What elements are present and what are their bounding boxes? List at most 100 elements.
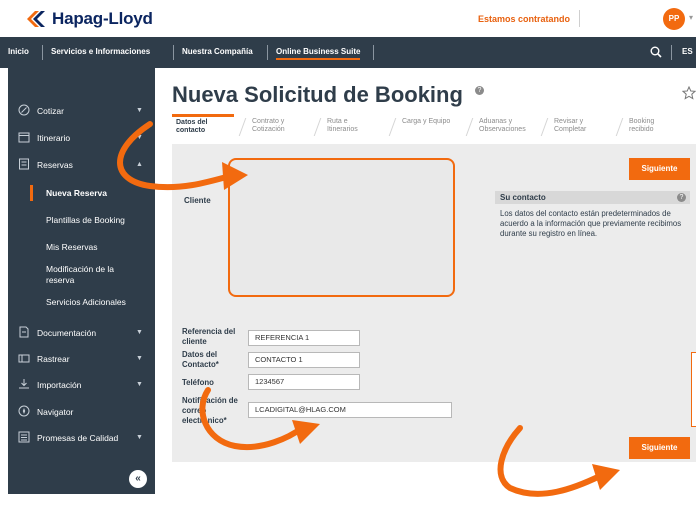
- next-button-top[interactable]: Siguiente: [629, 158, 690, 180]
- step-booking-recibido[interactable]: Booking recibido: [625, 114, 685, 142]
- sidebar: Cotizar ▼ Itinerario ▼ Reservas ▲ Nueva …: [8, 68, 155, 494]
- step-label: Booking: [629, 118, 655, 125]
- step-divider: [465, 118, 474, 136]
- step-revisar[interactable]: Revisar y Completar: [550, 114, 610, 142]
- nav-divider: [373, 45, 374, 60]
- hapag-lloyd-logo-mark: [27, 11, 45, 27]
- next-button-bottom[interactable]: Siguiente: [629, 437, 690, 459]
- sidebar-item-label: Navigator: [37, 407, 74, 417]
- side-panel-edge: [691, 352, 696, 427]
- search-icon[interactable]: [650, 46, 662, 58]
- chevron-down-icon: ▼: [136, 134, 143, 141]
- sidebar-item-reservas[interactable]: Reservas ▲: [8, 154, 155, 176]
- sidebar-item-promesas[interactable]: Promesas de Calidad ▼: [8, 427, 155, 449]
- track-icon: [18, 354, 30, 363]
- step-label: recibido: [629, 126, 654, 133]
- step-ruta[interactable]: Ruta e Itinerarios: [323, 114, 383, 142]
- step-label: Revisar y: [554, 118, 584, 125]
- client-highlight-box: [228, 158, 455, 297]
- language-selector[interactable]: ES: [682, 47, 693, 56]
- step-label: Datos del: [176, 119, 208, 126]
- star-icon[interactable]: [682, 86, 696, 100]
- datos-contacto-input[interactable]: CONTACTO 1: [248, 352, 360, 368]
- label-line: correo: [182, 406, 207, 415]
- contact-box-title: Su contacto: [500, 193, 546, 202]
- label-line: Datos del: [182, 350, 218, 359]
- step-label: Itinerarios: [327, 126, 358, 133]
- label-line: cliente: [182, 337, 207, 346]
- page-title: Nueva Solicitud de Booking: [172, 82, 463, 107]
- hapag-lloyd-logo[interactable]: Hapag-Lloyd: [27, 9, 153, 29]
- nav-divider: [173, 45, 174, 60]
- nav-divider: [267, 45, 268, 60]
- help-icon[interactable]: ?: [475, 86, 484, 95]
- step-divider: [615, 118, 624, 136]
- cliente-label: Cliente: [184, 196, 211, 205]
- chevron-down-icon: ▼: [136, 107, 143, 114]
- chevron-down-icon[interactable]: ▾: [689, 13, 693, 22]
- sidebar-item-label: Reservas: [37, 160, 73, 170]
- header-divider: [579, 10, 580, 27]
- email-input[interactable]: LCADIGITAL@HLAG.COM: [248, 402, 452, 418]
- sidebar-item-nueva-reserva[interactable]: Nueva Reserva: [46, 188, 107, 199]
- step-label: Contrato y: [252, 118, 285, 125]
- help-icon[interactable]: ?: [677, 193, 686, 202]
- sidebar-item-label: Documentación: [37, 328, 97, 338]
- calendar-icon: [18, 132, 30, 143]
- active-indicator: [30, 185, 33, 201]
- import-icon: [19, 379, 29, 389]
- telefono-input[interactable]: 1234567: [248, 374, 360, 390]
- sidebar-item-rastrear[interactable]: Rastrear ▼: [8, 348, 155, 370]
- sidebar-item-documentacion[interactable]: Documentación ▼: [8, 322, 155, 344]
- step-aduanas[interactable]: Aduanas y Observaciones: [475, 114, 541, 142]
- chevron-down-icon: ▼: [136, 434, 143, 441]
- nav-compania[interactable]: Nuestra Compañía: [182, 47, 253, 56]
- field-label-contacto: Datos del Contacto*: [182, 350, 219, 370]
- sidebar-item-label: Promesas de Calidad: [37, 433, 119, 443]
- step-label: contacto: [176, 127, 206, 134]
- step-divider: [388, 118, 397, 136]
- nav-inicio[interactable]: Inicio: [8, 47, 29, 56]
- sidebar-item-cotizar[interactable]: Cotizar ▼: [8, 100, 155, 122]
- step-carga[interactable]: Carga y Equipo: [398, 114, 462, 142]
- step-contrato[interactable]: Contrato y Cotización: [248, 114, 308, 142]
- hiring-link[interactable]: Estamos contratando: [478, 14, 570, 24]
- label-line: Teléfono: [182, 378, 214, 387]
- step-datos-contacto[interactable]: Datos del contacto: [172, 114, 234, 142]
- nav-servicios[interactable]: Servicios e Informaciones: [51, 47, 150, 56]
- step-divider: [313, 118, 322, 136]
- brand-name: Hapag-Lloyd: [52, 9, 153, 28]
- sidebar-item-label: Rastrear: [37, 354, 70, 364]
- tag-icon: [18, 104, 30, 116]
- step-label: Observaciones: [479, 126, 526, 133]
- sidebar-item-label: Importación: [37, 380, 82, 390]
- nav-online-business-suite[interactable]: Online Business Suite: [276, 47, 361, 60]
- list-icon: [18, 431, 30, 443]
- sidebar-item-servicios-adicionales[interactable]: Servicios Adicionales: [46, 297, 126, 308]
- sidebar-item-label: Itinerario: [37, 133, 71, 143]
- document-icon: [19, 326, 29, 338]
- collapse-sidebar-button[interactable]: «: [129, 470, 147, 488]
- label-line: Contacto*: [182, 360, 219, 369]
- chevron-down-icon: ▼: [136, 381, 143, 388]
- label-line: electrónico*: [182, 416, 227, 425]
- chevron-down-icon: ▼: [136, 329, 143, 336]
- sidebar-item-navigator[interactable]: Navigator: [8, 401, 155, 423]
- referencia-cliente-input[interactable]: REFERENCIA 1: [248, 330, 360, 346]
- sidebar-item-label: Cotizar: [37, 106, 64, 116]
- booking-steps: Datos del contacto Contrato y Cotización…: [172, 114, 696, 144]
- user-avatar[interactable]: PP: [663, 8, 685, 30]
- step-label: Completar: [554, 126, 587, 133]
- sidebar-item-itinerario[interactable]: Itinerario ▼: [8, 127, 155, 149]
- step-divider: [540, 118, 549, 136]
- sidebar-item-importacion[interactable]: Importación ▼: [8, 374, 155, 396]
- sidebar-item-plantillas[interactable]: Plantillas de Booking: [46, 215, 125, 226]
- contact-box-text: Los datos del contacto están predetermin…: [500, 209, 682, 238]
- nav-divider: [42, 45, 43, 60]
- sidebar-item-modificacion[interactable]: Modificación de la reserva: [46, 264, 136, 286]
- label-line: Referencia del: [182, 327, 236, 336]
- chevron-down-icon: ▼: [136, 355, 143, 362]
- step-label: Cotización: [252, 126, 285, 133]
- step-label: Ruta e: [327, 118, 348, 125]
- sidebar-item-mis-reservas[interactable]: Mis Reservas: [46, 242, 97, 253]
